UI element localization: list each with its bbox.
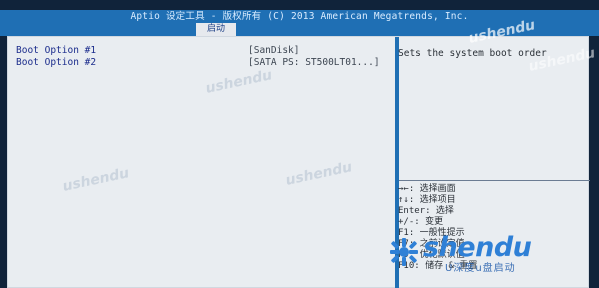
bios-screen: Aptio 设定工具 - 版权所有 (C) 2013 American Mega… xyxy=(0,0,599,288)
brand-tagline: U深度u盘启动 xyxy=(445,263,516,274)
boot-option-label: Boot Option #2 xyxy=(16,57,97,68)
key-hint: ↑↓: 选择项目 xyxy=(398,195,456,205)
brand-name: shendu xyxy=(423,232,532,263)
title-bar: Aptio 设定工具 - 版权所有 (C) 2013 American Mega… xyxy=(0,10,599,23)
boot-option-1[interactable]: Boot Option #1 [SanDisk] xyxy=(16,45,386,56)
brand-watermark: shendu U深度u盘启动 xyxy=(387,233,587,278)
boot-option-2[interactable]: Boot Option #2 [SATA PS: ST500LT01...] xyxy=(16,57,386,68)
boot-option-value[interactable]: [SanDisk] xyxy=(248,45,299,56)
brand-logo-icon xyxy=(390,238,418,266)
key-hint: →←: 选择画面 xyxy=(398,184,456,194)
tab-boot[interactable]: 启动 xyxy=(196,23,236,36)
window-title: Aptio 设定工具 - 版权所有 (C) 2013 American Mega… xyxy=(130,11,469,22)
key-hint: +/-: 变更 xyxy=(398,217,444,227)
key-hint: Enter: 选择 xyxy=(398,206,454,216)
boot-option-value[interactable]: [SATA PS: ST500LT01...] xyxy=(248,57,380,68)
help-description: Sets the system boot order xyxy=(398,48,547,59)
help-divider xyxy=(399,180,590,181)
boot-option-label: Boot Option #1 xyxy=(16,45,97,56)
